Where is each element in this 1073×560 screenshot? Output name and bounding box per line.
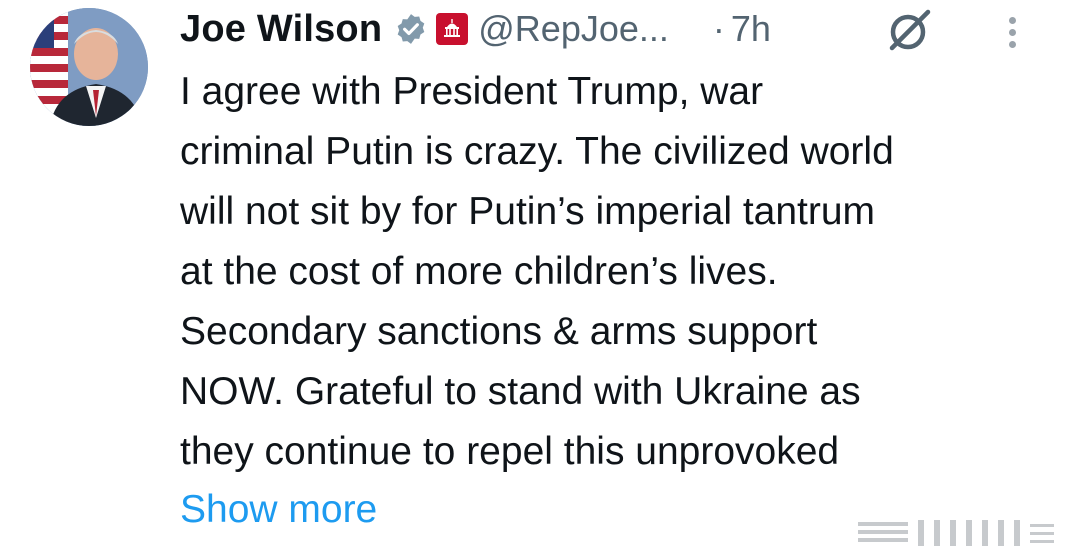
avatar[interactable] (30, 8, 148, 126)
tweet-line: I agree with President Trump, war (180, 70, 764, 113)
header-separator: · (712, 8, 725, 49)
more-options-icon[interactable] (1000, 10, 1024, 54)
tweet-time[interactable]: 7h (731, 8, 771, 50)
avatar-image (30, 8, 148, 126)
author-name[interactable]: Joe Wilson (180, 8, 382, 51)
grok-icon[interactable] (884, 6, 934, 54)
tweet-line: criminal Putin is crazy. The civilized w… (180, 130, 894, 173)
tweet-line: will not sit by for Putin’s imperial tan… (180, 190, 876, 233)
more-dot (1008, 28, 1016, 36)
tweet-line: NOW. Grateful to stand with Ukraine as (180, 370, 861, 413)
more-dot (1008, 40, 1016, 48)
tweet-line: Secondary sanctions & arms support (180, 310, 818, 353)
more-dot (1008, 16, 1016, 24)
author-handle[interactable]: @RepJoe... (478, 8, 669, 50)
tweet-text: I agree with President Trump, war crimin… (180, 62, 1040, 482)
tweet-card: Joe Wilson @RepJoe... · 7h I agree with … (0, 0, 1073, 560)
show-more-link[interactable]: Show more (180, 482, 377, 538)
verified-badge-icon[interactable] (394, 12, 428, 46)
tweet-line: at the cost of more children’s lives. (180, 250, 778, 293)
watermark-logo (858, 516, 1058, 550)
capitol-affiliation-icon[interactable] (436, 13, 469, 45)
tweet-header: Joe Wilson @RepJoe... · 7h (180, 2, 771, 56)
tweet-line: they continue to repel this unprovoked (180, 430, 840, 473)
